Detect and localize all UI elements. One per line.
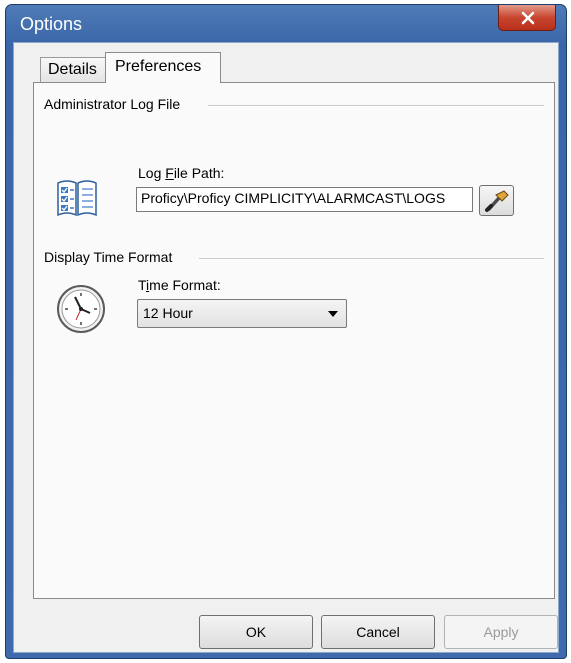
apply-button[interactable]: Apply bbox=[444, 615, 558, 649]
log-group-divider bbox=[208, 105, 544, 107]
time-format-label: Time Format: bbox=[138, 277, 221, 293]
time-group-divider bbox=[199, 258, 544, 260]
browse-log-path-button[interactable] bbox=[479, 185, 514, 216]
close-icon bbox=[521, 11, 535, 25]
log-file-path-input[interactable]: Proficy\Proficy CIMPLICITY\ALARMCAST\LOG… bbox=[136, 187, 473, 212]
time-format-select[interactable]: 12 Hour bbox=[137, 299, 347, 328]
options-window: Options Details Preferences Administrato… bbox=[5, 4, 567, 659]
close-button[interactable] bbox=[498, 5, 556, 31]
time-group-heading: Display Time Format bbox=[44, 249, 173, 265]
preferences-panel: Administrator Log File Log File Path: Pr… bbox=[33, 82, 555, 599]
title-bar[interactable]: Options bbox=[6, 5, 566, 43]
log-file-path-label: Log File Path: bbox=[138, 165, 225, 181]
log-group-heading: Administrator Log File bbox=[44, 96, 181, 112]
chevron-down-icon bbox=[328, 311, 338, 317]
tab-details[interactable]: Details bbox=[40, 57, 106, 82]
time-format-value: 12 Hour bbox=[143, 305, 193, 321]
wrench-icon bbox=[485, 190, 509, 212]
ok-button[interactable]: OK bbox=[199, 615, 313, 649]
window-title: Options bbox=[20, 14, 83, 34]
log-book-icon bbox=[56, 179, 98, 222]
tab-preferences[interactable]: Preferences bbox=[105, 52, 221, 83]
clock-icon bbox=[56, 284, 106, 339]
dialog-client-area: Details Preferences Administrator Log Fi… bbox=[13, 42, 559, 653]
cancel-button[interactable]: Cancel bbox=[321, 615, 435, 649]
